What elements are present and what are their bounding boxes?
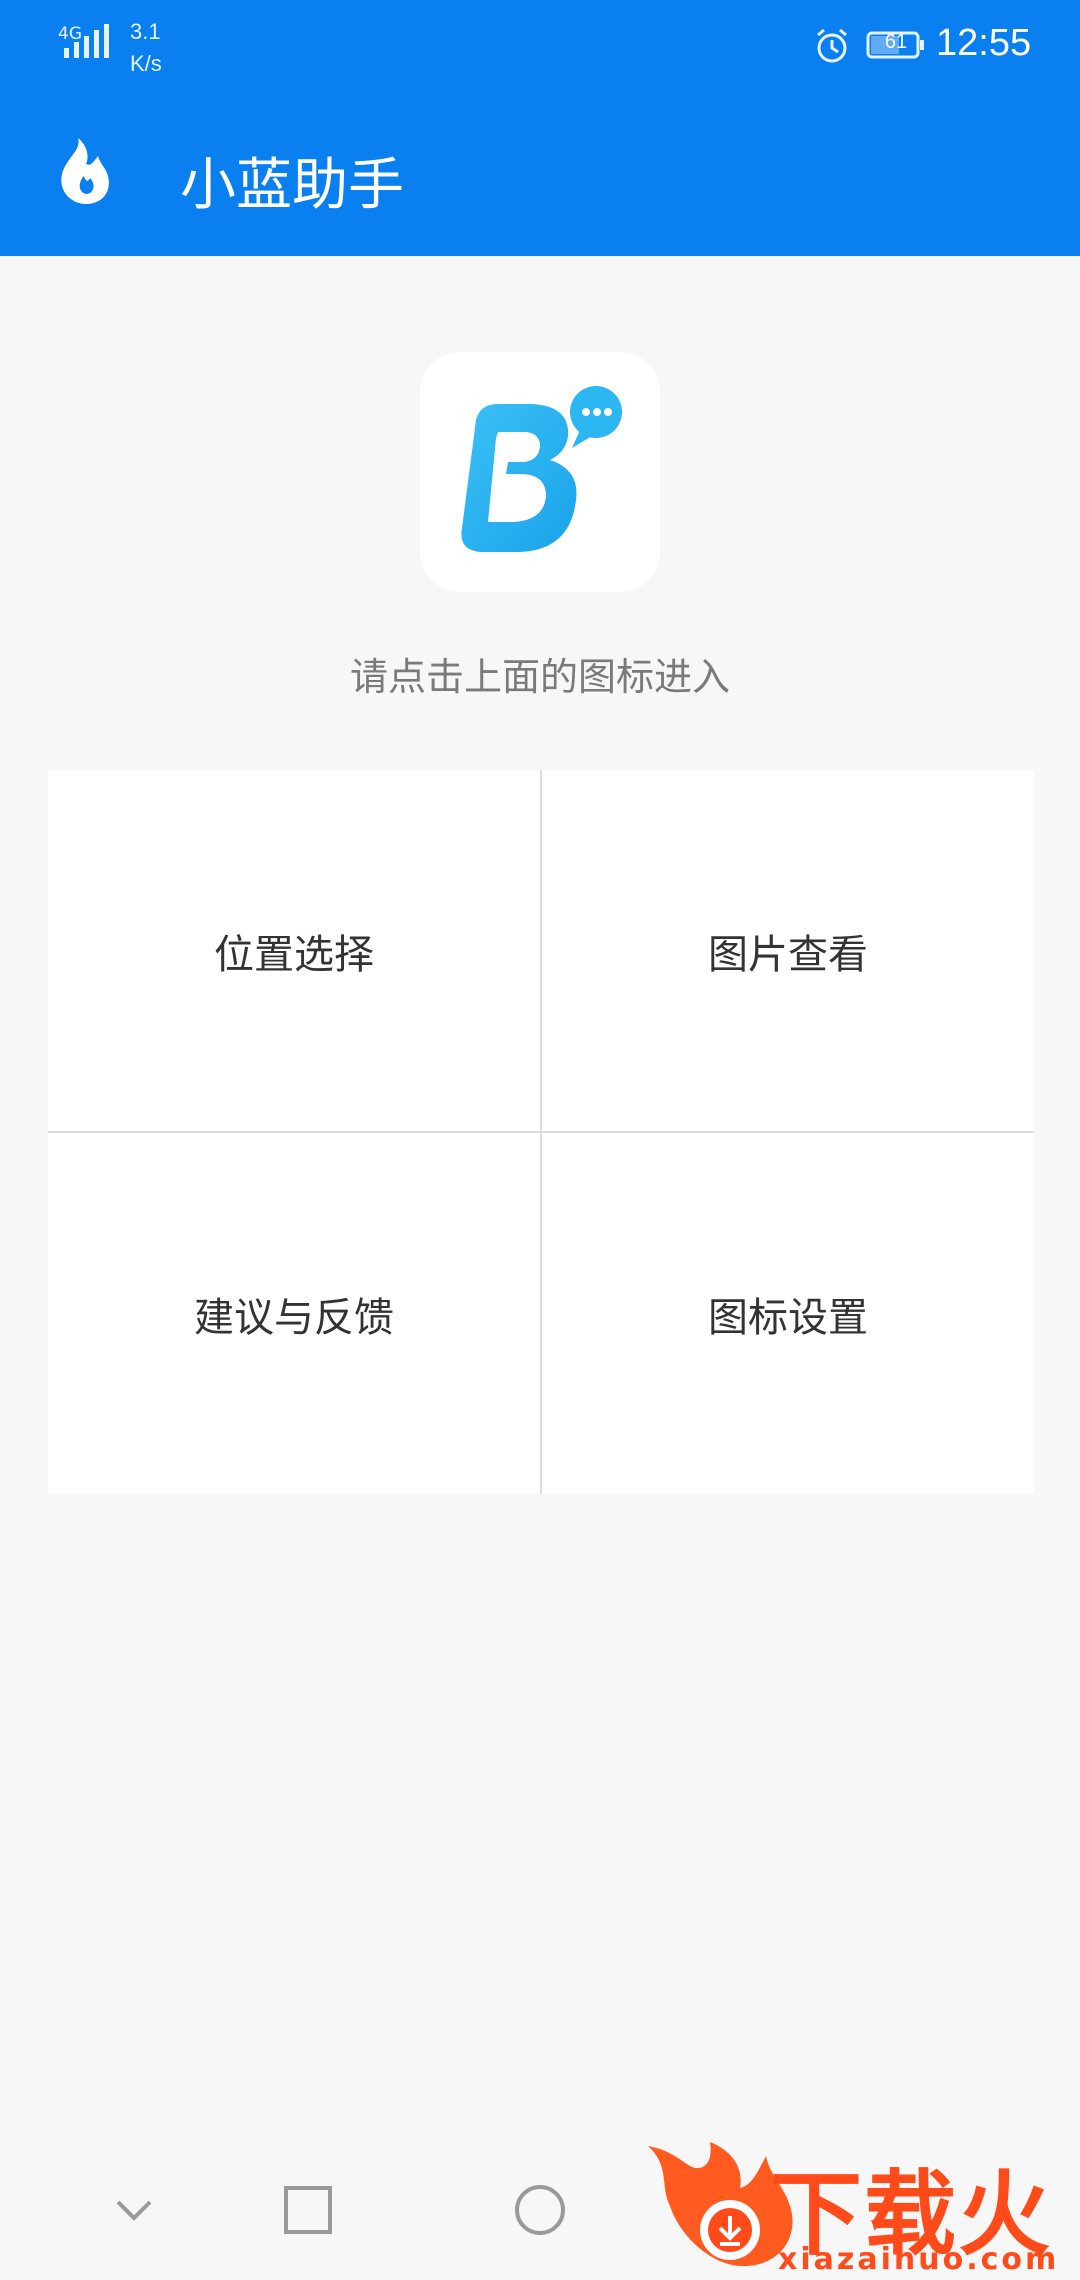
clock: 12:55 xyxy=(936,22,1032,64)
app-title: 小蓝助手 xyxy=(180,153,404,218)
recent-apps-icon[interactable] xyxy=(278,2180,338,2240)
header: 4G 3.1 K/s 61 12:55 小蓝助手 xyxy=(0,0,1080,256)
battery-level: 61 xyxy=(884,31,908,53)
back-chevron-icon[interactable] xyxy=(104,2180,164,2240)
app-icon-button[interactable] xyxy=(420,352,660,592)
speed-value: 3.1 xyxy=(130,19,161,44)
network-speed: 3.1 K/s xyxy=(130,16,162,80)
alarm-icon xyxy=(817,28,847,63)
watermark-url: xiazaihuo.com xyxy=(778,2242,1060,2277)
home-icon[interactable] xyxy=(510,2180,570,2240)
signal-strength-icon xyxy=(64,24,109,58)
hint-text: 请点击上面的图标进入 xyxy=(349,655,730,699)
b-chat-app-icon xyxy=(461,386,622,552)
status-bar: 4G 3.1 K/s 61 12:55 xyxy=(0,0,1080,92)
flame-logo-icon xyxy=(61,138,109,204)
speed-unit: K/s xyxy=(130,51,162,76)
menu-image-view[interactable]: 图片查看 xyxy=(542,770,1034,1131)
menu-feedback[interactable]: 建议与反馈 xyxy=(48,1133,540,1494)
menu-icon-settings[interactable]: 图标设置 xyxy=(542,1133,1034,1494)
menu-location-select[interactable]: 位置选择 xyxy=(48,770,540,1131)
menu-grid: 位置选择 图片查看 建议与反馈 图标设置 xyxy=(48,770,1034,1494)
